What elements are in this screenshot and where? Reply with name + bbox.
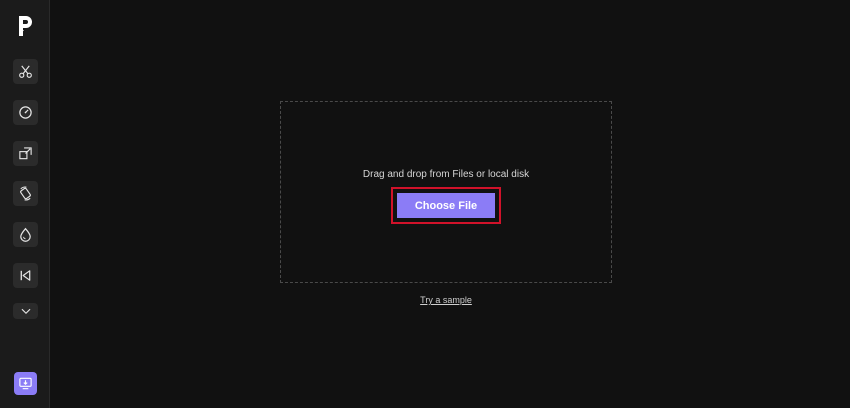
app-window: Drag and drop from Files or local disk C…	[0, 0, 850, 408]
speedometer-icon	[19, 106, 32, 119]
choose-file-button[interactable]: Choose File	[397, 193, 495, 218]
rotate-icon	[20, 186, 31, 201]
scissors-icon	[19, 65, 32, 78]
rotate-tool-button[interactable]	[13, 181, 38, 206]
resize-icon	[19, 147, 32, 160]
speed-tool-button[interactable]	[13, 100, 38, 125]
sidebar	[0, 0, 50, 408]
drop-icon	[20, 227, 31, 242]
screen-record-button[interactable]	[14, 372, 37, 395]
p-logo-icon[interactable]	[15, 14, 35, 38]
monitor-download-icon	[19, 377, 32, 390]
reverse-tool-button[interactable]	[13, 263, 38, 288]
watermark-tool-button[interactable]	[13, 222, 38, 247]
skip-back-icon	[20, 270, 31, 281]
choose-file-highlight: Choose File	[391, 187, 501, 224]
more-tools-button[interactable]	[13, 303, 38, 319]
cut-tool-button[interactable]	[13, 59, 38, 84]
try-sample-link[interactable]: Try a sample	[280, 295, 612, 305]
resize-tool-button[interactable]	[13, 141, 38, 166]
dropzone-instruction: Drag and drop from Files or local disk	[362, 169, 530, 180]
upload-dropzone[interactable]: Drag and drop from Files or local disk C…	[280, 101, 612, 283]
chevron-down-icon	[21, 308, 30, 314]
